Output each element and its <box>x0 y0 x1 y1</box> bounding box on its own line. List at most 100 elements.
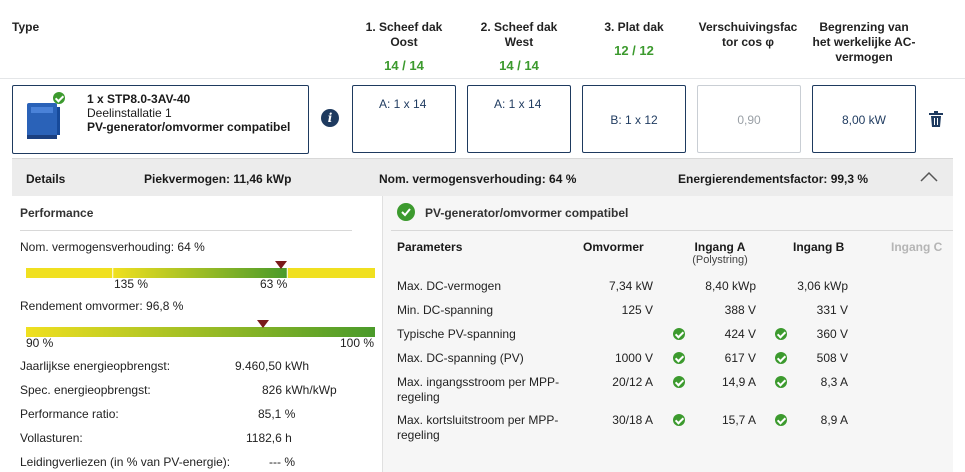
input-a-header: Ingang A (Polystring) <box>675 240 765 266</box>
column-title: Begrenzing van het werkelijke AC-vermoge… <box>812 20 916 64</box>
trash-icon[interactable] <box>929 111 943 127</box>
details-bar[interactable]: Details Piekvermogen: 11,46 kWp Nom. ver… <box>12 158 953 196</box>
inverter-card[interactable]: 1 x STP8.0-3AV-40 Deelinstallatie 1 PV-g… <box>12 85 309 154</box>
stat-row: Performance ratio: 85,1 % <box>20 405 360 429</box>
input-b-value: 8,9 A <box>820 413 848 427</box>
divider <box>0 78 965 79</box>
assignment-value: A: 1 x 14 <box>379 97 427 111</box>
param-label: Min. DC-spanning <box>397 303 494 317</box>
column-header-west: 2. Scheef dak West 14 / 14 <box>467 20 571 73</box>
params-header: Parameters <box>397 240 463 254</box>
column-header-ac-limit: Begrenzing van het werkelijke AC-vermoge… <box>810 20 918 65</box>
column-header-plat: 3. Plat dak 12 / 12 <box>582 20 686 58</box>
nominal-ratio-marker-icon <box>274 258 287 269</box>
nominal-ratio-label: Nom. vermogensverhouding: 64 % <box>20 240 205 254</box>
performance-panel: Performance Nom. vermogensverhouding: 64… <box>12 196 383 472</box>
stat-row: Spec. energieopbrengst: 826 kWh/kWp <box>20 381 360 405</box>
assignment-value: A: 1 x 14 <box>494 97 542 111</box>
info-icon[interactable]: i <box>321 109 339 127</box>
stat-row: Leidingverliezen (in % van PV-energie): … <box>20 453 360 472</box>
stat-value: 9.460,50 kWh <box>235 359 310 373</box>
column-title: 1. Scheef dak Oost <box>365 20 443 49</box>
stat-label: Spec. energieopbrengst: <box>20 383 151 397</box>
input-a-value: 617 V <box>724 351 756 365</box>
efficiency-bar <box>26 326 375 337</box>
input-a-value: 14,9 A <box>721 375 756 389</box>
divider <box>20 230 352 231</box>
check-icon <box>775 414 787 429</box>
cos-phi-input[interactable]: 0,90 <box>697 85 801 153</box>
nominal-bar-left-label: 135 % <box>114 277 149 291</box>
check-icon <box>775 328 787 343</box>
inverter-value: 20/12 A <box>612 375 653 389</box>
input-a-value: 388 V <box>724 303 756 317</box>
input-b-value: 8,3 A <box>820 375 848 389</box>
input-a-value: 15,7 A <box>721 413 756 427</box>
bar-segment <box>287 268 375 278</box>
stat-row: Vollasturen: 1182,6 h <box>20 429 360 453</box>
peak-power: Piekvermogen: 11,46 kWp <box>144 172 292 186</box>
energy-yield-factor: Energierendementsfactor: 99,3 % <box>678 172 869 186</box>
efficiency-marker-icon <box>257 317 270 328</box>
assignment-cell-west[interactable]: A: 1 x 14 <box>467 85 571 153</box>
param-label: Typische PV-spanning <box>397 327 516 341</box>
bar-segment <box>26 327 375 337</box>
cos-phi-value: 0,90 <box>737 113 761 127</box>
efficiency-bar-right-label: 100 % <box>340 336 375 350</box>
param-label: Max. ingangsstroom per MPP-regeling <box>397 375 560 404</box>
efficiency-label: Rendement omvormer: 96,8 % <box>20 299 184 313</box>
stat-label: Leidingverliezen (in % van PV-energie): <box>20 455 231 469</box>
inverter-value: 7,34 kW <box>608 279 653 293</box>
stat-row: Jaarlijkse energieopbrengst: 9.460,50 kW… <box>20 357 360 381</box>
check-icon <box>775 376 787 391</box>
compatible-check-icon <box>53 92 65 107</box>
ac-limit-input[interactable]: 8,00 kW <box>812 85 916 153</box>
inverter-header: Omvormer <box>583 240 644 254</box>
stat-value: 826 kWh/kWp <box>262 383 337 397</box>
column-title: 3. Plat dak <box>604 20 664 34</box>
input-b-value: 360 V <box>816 327 848 341</box>
efficiency-bar-left-label: 90 % <box>26 336 54 350</box>
column-count: 14 / 14 <box>384 58 424 73</box>
param-label: Max. DC-vermogen <box>397 279 502 293</box>
column-title: Verschuivingsfac tor cos φ <box>698 20 798 49</box>
nominal-bar-right-label: 63 % <box>260 277 288 291</box>
input-c-header: Ingang C <box>891 240 943 254</box>
assignment-cell-oost[interactable]: A: 1 x 14 <box>352 85 456 153</box>
performance-title: Performance <box>20 206 94 220</box>
column-count: 12 / 12 <box>614 43 654 58</box>
param-label: Max. DC-spanning (PV) <box>397 351 524 365</box>
inverter-value: 1000 V <box>614 351 653 365</box>
input-b-value: 508 V <box>816 351 848 365</box>
check-circle-icon <box>397 203 415 221</box>
check-icon <box>673 328 685 343</box>
compatibility-panel: PV-generator/omvormer compatibel Paramet… <box>383 196 953 472</box>
check-icon <box>775 352 787 367</box>
check-icon <box>673 414 685 429</box>
inverter-value: 125 V <box>621 303 653 317</box>
check-icon <box>673 352 685 367</box>
assignment-cell-plat[interactable]: B: 1 x 12 <box>582 85 686 153</box>
chevron-up-icon[interactable] <box>920 171 938 183</box>
stat-value: --- % <box>269 455 295 469</box>
column-title: 2. Scheef dak West <box>480 20 558 49</box>
column-count: 14 / 14 <box>499 58 539 73</box>
input-a-title: Ingang A <box>694 240 746 254</box>
input-b-value: 331 V <box>816 303 848 317</box>
ac-limit-value: 8,00 kW <box>841 113 886 127</box>
stat-value: 85,1 % <box>258 407 296 421</box>
nominal-ratio: Nom. vermogensverhouding: 64 % <box>379 172 577 186</box>
inverter-value: 30/18 A <box>612 413 653 427</box>
input-b-header: Ingang B <box>793 240 845 254</box>
stat-label: Jaarlijkse energieopbrengst: <box>20 359 171 373</box>
type-header: Type <box>12 20 40 34</box>
column-header-oost: 1. Scheef dak Oost 14 / 14 <box>352 20 456 73</box>
subinstallation-label: Deelinstallatie 1 <box>87 106 172 120</box>
check-icon <box>673 376 685 391</box>
compatibility-status: PV-generator/omvormer compatibel <box>87 120 291 134</box>
stat-value: 1182,6 h <box>246 431 292 445</box>
details-label: Details <box>26 172 66 186</box>
bar-segment <box>26 268 113 278</box>
assignment-value: B: 1 x 12 <box>610 113 658 127</box>
nominal-ratio-bar <box>26 267 375 278</box>
